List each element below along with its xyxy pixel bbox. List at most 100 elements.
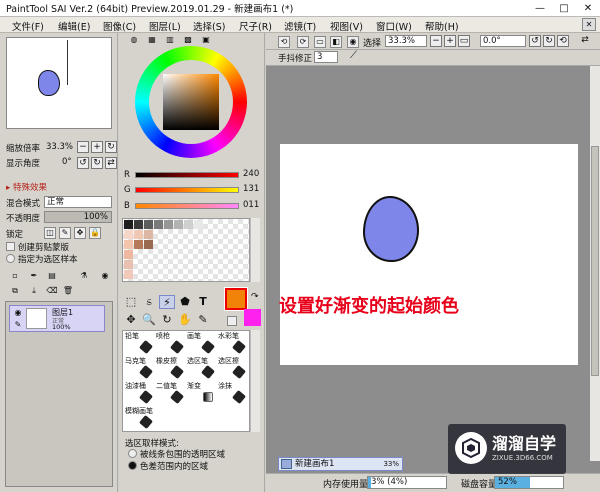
brush-gradient[interactable]: 渐变 (185, 382, 216, 407)
shape-icon[interactable]: ⬟ (177, 295, 193, 309)
menu-view[interactable]: 视图(V) (330, 19, 363, 33)
r-slider[interactable] (135, 172, 239, 178)
menu-file[interactable]: 文件(F) (12, 19, 44, 33)
lock-transparency-icon[interactable]: ◫ (44, 227, 56, 239)
primary-color-swatch[interactable] (224, 287, 248, 311)
menu-layer[interactable]: 图层(L) (149, 19, 181, 33)
rotate-icon[interactable]: ↻ (159, 313, 175, 327)
eye-icon[interactable]: ◉ (12, 308, 24, 320)
color-wheel[interactable] (135, 46, 247, 158)
swatch-cell[interactable] (134, 220, 143, 229)
brush-blur[interactable]: 模糊画笔 (123, 407, 154, 432)
swatch-cell[interactable] (124, 260, 133, 269)
menu-help[interactable]: 帮助(H) (425, 19, 459, 33)
canvas-zoom-reset-button[interactable]: ▭ (458, 35, 470, 47)
canvas-zoom-out-button[interactable]: − (430, 35, 442, 47)
menu-select[interactable]: 选择(S) (193, 19, 225, 33)
secondary-color-swatch[interactable] (244, 309, 261, 326)
transparent-color-icon[interactable] (227, 316, 237, 326)
b-value[interactable]: 011 (243, 200, 259, 210)
canvas-zoom-in-button[interactable]: + (444, 35, 456, 47)
menu-filter[interactable]: 滤镜(T) (284, 19, 316, 33)
swatch-cell[interactable] (134, 230, 143, 239)
clear-layer-icon[interactable]: ⌫ (46, 286, 58, 298)
layer-effect-icon[interactable]: ⚗ (78, 271, 90, 283)
menu-window[interactable]: 窗口(W) (376, 19, 412, 33)
option1-radio[interactable] (128, 449, 137, 458)
special-effects-header[interactable]: ▸ 特殊效果 (6, 181, 47, 193)
brush-scrollbar[interactable] (250, 330, 260, 432)
zoom-out-button[interactable]: − (77, 141, 89, 153)
brush-binary[interactable]: 二值笔 (154, 382, 185, 407)
canvas-flip-button[interactable]: ⇄ (579, 35, 591, 47)
delete-layer-icon[interactable]: 🗑 (62, 286, 74, 298)
swatch-cell[interactable] (124, 250, 133, 259)
canvas-zoom-select[interactable]: 33.3% (385, 35, 427, 47)
rect-select-icon[interactable]: ⬚ (123, 295, 139, 309)
brush-watercolor[interactable]: 水彩笔 (216, 332, 247, 357)
line-tool-icon[interactable]: ⟋ (350, 50, 357, 61)
minimize-button[interactable]: — (528, 0, 552, 16)
stabilizer-select[interactable]: 3 (314, 51, 338, 63)
color-wheel-tab-icon[interactable]: ◍ (128, 35, 140, 47)
magic-wand-icon[interactable]: ⚡ (159, 295, 175, 309)
brush-select-pen[interactable]: 选区笔 (185, 357, 216, 382)
zoom-icon[interactable]: 🔍 (141, 313, 157, 327)
swatch-cell[interactable] (124, 270, 133, 279)
zoom-reset-button[interactable]: ↻ (105, 141, 117, 153)
lock-move-icon[interactable]: ✥ (74, 227, 86, 239)
menu-edit[interactable]: 编辑(E) (58, 19, 90, 33)
swatch-cell[interactable] (144, 230, 153, 239)
menu-image[interactable]: 图像(C) (103, 19, 136, 33)
canvas-rotate-left-button[interactable]: ↺ (529, 35, 541, 47)
mask-icon[interactable]: ◉ (99, 271, 111, 283)
merge-down-icon[interactable]: ⤓ (28, 286, 40, 298)
close-icon[interactable]: ✕ (582, 18, 596, 31)
canvas-tab[interactable]: 新建画布1 33% (278, 457, 403, 471)
swatch-cell[interactable] (154, 220, 163, 229)
navigator-preview[interactable] (6, 37, 112, 129)
lock-all-icon[interactable]: 🔒 (89, 227, 101, 239)
hsv-slider-tab-icon[interactable]: ▥ (164, 35, 176, 47)
new-linework-layer-icon[interactable]: ✒ (28, 271, 40, 283)
lasso-icon[interactable]: ಽ (141, 295, 157, 309)
swatch-cell[interactable] (184, 220, 193, 229)
brush-brush[interactable]: 画笔 (185, 332, 216, 357)
swatch-cell[interactable] (124, 240, 133, 249)
scrollbar-thumb[interactable] (591, 146, 599, 376)
move-icon[interactable]: ✥ (123, 313, 139, 327)
swatch-scrollbar[interactable] (250, 218, 260, 282)
brush-bucket[interactable]: 油漆桶 (123, 382, 154, 407)
copy-layer-icon[interactable]: ⧉ (9, 286, 21, 298)
layer-item[interactable]: ◉ ✎ 图层1 正常 100% (9, 305, 105, 332)
brush-pencil[interactable]: 铅笔 (123, 332, 154, 357)
swatch-cell[interactable] (124, 220, 133, 229)
redo-icon[interactable]: ⟳ (297, 36, 309, 48)
hand-icon[interactable]: ✋ (177, 313, 193, 327)
swatch-grid[interactable] (122, 218, 250, 282)
invert-select-icon[interactable]: ◧ (330, 36, 342, 48)
zoom-in-button[interactable]: + (91, 141, 103, 153)
g-slider[interactable] (135, 187, 239, 193)
palette-tab-icon[interactable]: ▣ (200, 35, 212, 47)
swatch-cell[interactable] (174, 220, 183, 229)
menu-ruler[interactable]: 尺子(R) (239, 19, 272, 33)
swatch-cell[interactable] (144, 240, 153, 249)
opacity-slider[interactable]: 100% (44, 211, 112, 223)
option2-radio[interactable] (128, 461, 137, 470)
brush-smudge[interactable]: 涂抹 (216, 382, 247, 407)
brush-marker[interactable]: 马克笔 (123, 357, 154, 382)
g-value[interactable]: 131 (243, 184, 259, 194)
swatch-cell[interactable] (134, 240, 143, 249)
swatch-cell[interactable] (164, 220, 173, 229)
rotate-right-button[interactable]: ↻ (91, 157, 103, 169)
rotate-left-button[interactable]: ↺ (77, 157, 89, 169)
clip-mask-checkbox[interactable] (6, 242, 15, 251)
brush-eraser[interactable]: 橡皮擦 (154, 357, 185, 382)
canvas-vertical-scrollbar[interactable] (590, 66, 600, 461)
selection-visibility-icon[interactable]: ◉ (347, 36, 359, 48)
swatch-cell[interactable] (144, 220, 153, 229)
deselect-icon[interactable]: ▭ (314, 36, 326, 48)
new-layer-icon[interactable]: ▫ (9, 271, 21, 283)
rgb-slider-tab-icon[interactable]: ▦ (146, 35, 158, 47)
